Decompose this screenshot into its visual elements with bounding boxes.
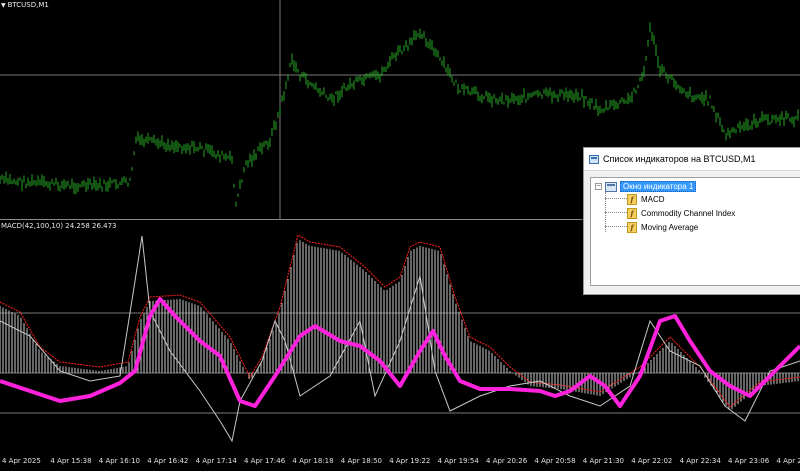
tree-root-label: Окно индикатора 1	[620, 181, 697, 192]
time-tick-label: 4 Apr 17:14	[195, 457, 237, 465]
time-tick-label: 4 Apr 21:30	[582, 457, 624, 465]
time-tick-label: 4 Apr 19:54	[437, 457, 479, 465]
indicator-label: Commodity Channel Index	[641, 209, 736, 218]
tree-connector	[605, 226, 627, 227]
collapse-icon[interactable]: −	[595, 183, 602, 190]
time-tick-label: 4 Apr 20:58	[534, 457, 576, 465]
tree-item-cci[interactable]: f Commodity Channel Index	[627, 207, 735, 220]
tree-connector	[605, 198, 627, 199]
macd-title: MACD(42,100,10) 24.258 26.473	[1, 222, 117, 230]
time-axis: 4 Apr 2025 4 Apr 15:38 4 Apr 16:10 4 Apr 16…	[0, 453, 800, 471]
price-chart-title: ▼ BTCUSD,M1	[1, 1, 49, 9]
triangle-down-icon: ▼	[1, 2, 6, 9]
dialog-titlebar[interactable]: Список индикаторов на BTCUSD,M1	[584, 148, 800, 171]
indicator-list-dialog[interactable]: Список индикаторов на BTCUSD,M1 − Окно и…	[583, 147, 800, 295]
time-tick-label: 4 Apr 15:38	[50, 457, 92, 465]
tree-item-macd[interactable]: f MACD	[627, 193, 665, 206]
indicator-window-icon	[605, 181, 617, 192]
time-tick-label: 4 Apr 22:34	[679, 457, 721, 465]
symbol-label: BTCUSD,M1	[7, 1, 49, 9]
time-tick-label: 4 Apr 2025	[2, 457, 41, 465]
indicator-tree[interactable]: − Окно индикатора 1 f MACD f Commodity C…	[590, 177, 800, 286]
time-tick-label: 4 Apr 22:02	[631, 457, 673, 465]
time-tick-label: 4 Apr 19:22	[389, 457, 431, 465]
time-tick-label: 4 Apr 16:42	[147, 457, 189, 465]
time-tick-label: 4 Apr 23	[776, 457, 800, 465]
indicator-function-icon: f	[627, 194, 637, 205]
tree-item-moving-average[interactable]: f Moving Average	[627, 221, 698, 234]
tree-root-item[interactable]: − Окно индикатора 1	[595, 180, 697, 193]
time-tick-label: 4 Apr 18:50	[340, 457, 382, 465]
time-tick-label: 4 Apr 23:06	[728, 457, 770, 465]
indicator-function-icon: f	[627, 208, 637, 219]
time-tick-label: 4 Apr 16:10	[98, 457, 140, 465]
window-icon	[589, 154, 599, 164]
dialog-title: Список индикаторов на BTCUSD,M1	[603, 154, 756, 164]
indicator-label: Moving Average	[641, 223, 699, 232]
tree-connector	[605, 212, 627, 213]
moving-average-line	[0, 297, 800, 408]
indicator-function-icon: f	[627, 222, 637, 233]
time-tick-label: 4 Apr 18:18	[292, 457, 334, 465]
time-tick-label: 4 Apr 20:26	[486, 457, 528, 465]
time-tick-label: 4 Apr 17:46	[244, 457, 286, 465]
indicator-label: MACD	[641, 195, 665, 204]
